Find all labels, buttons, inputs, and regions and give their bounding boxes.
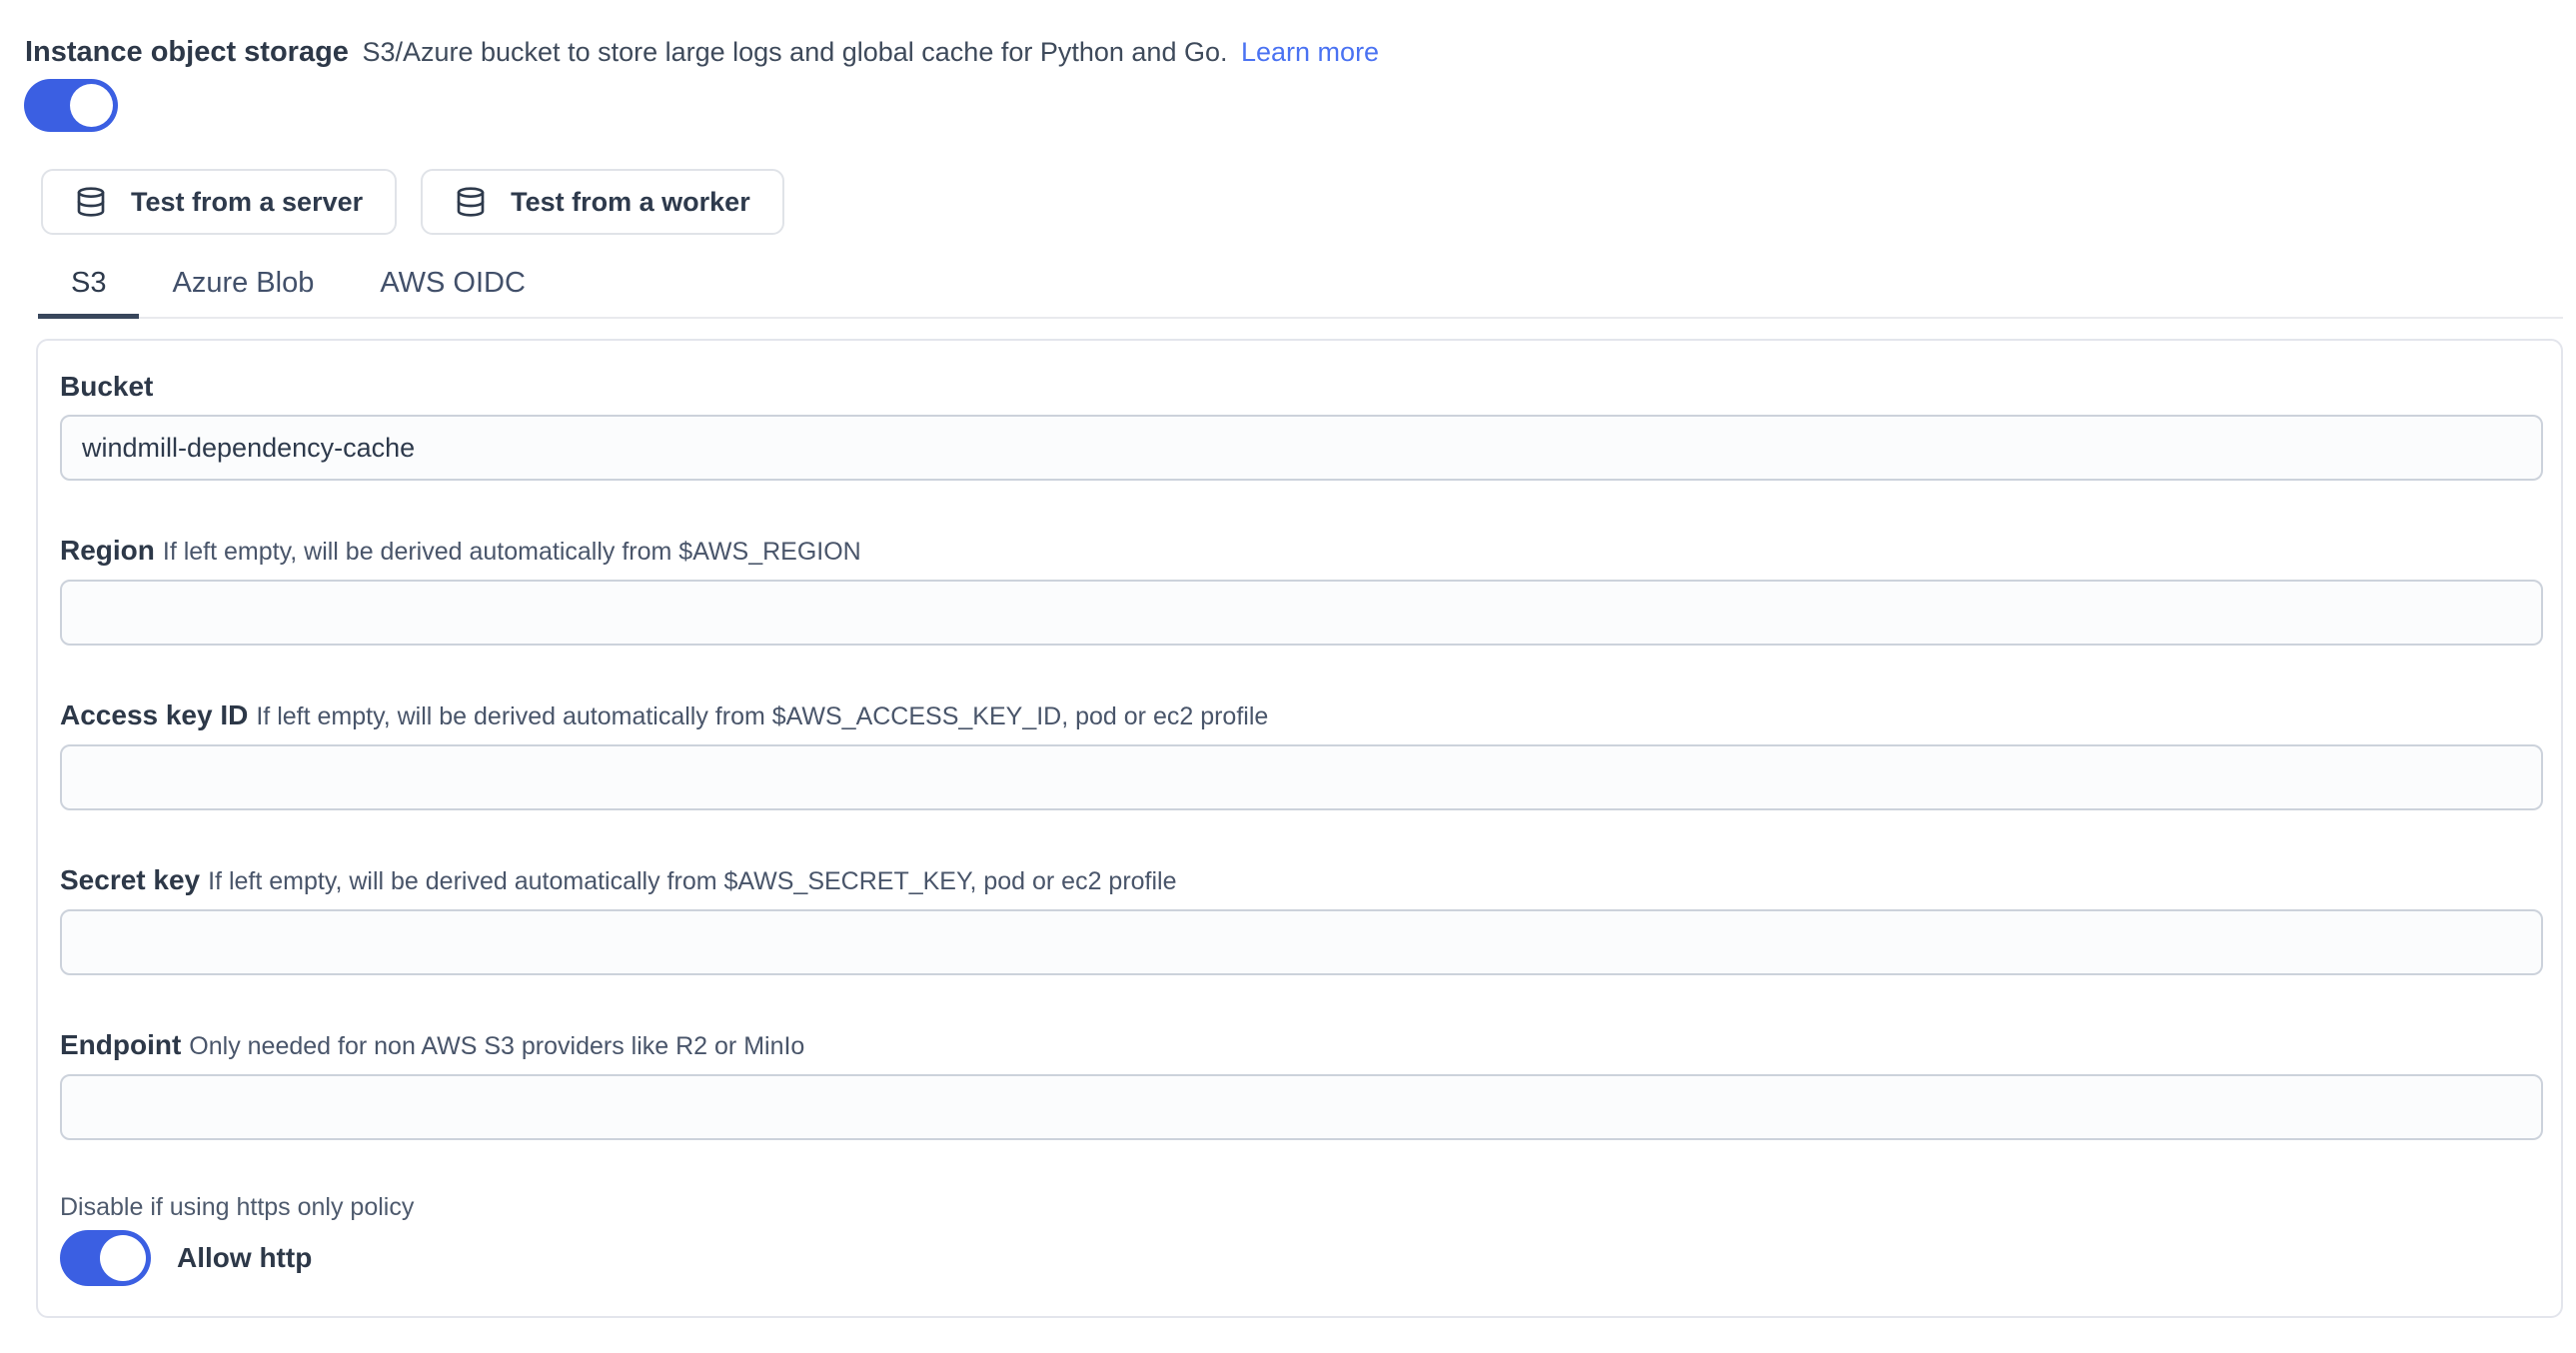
- region-hint: If left empty, will be derived automatic…: [163, 538, 861, 566]
- storage-provider-tabs: S3 Azure Blob AWS OIDC: [38, 257, 2563, 319]
- test-from-worker-button[interactable]: Test from a worker: [421, 169, 784, 235]
- bucket-label-text: Bucket: [60, 371, 153, 402]
- region-input[interactable]: [60, 580, 2543, 646]
- secret-key-field: Secret key If left empty, will be derived…: [60, 864, 2543, 975]
- object-storage-toggle[interactable]: [24, 79, 118, 132]
- tab-s3[interactable]: S3: [38, 257, 139, 319]
- region-field: Region If left empty, will be derived aut…: [60, 535, 2543, 646]
- test-buttons-row: Test from a server Test from a worker: [41, 169, 2563, 235]
- allow-http-label: Allow http: [177, 1242, 312, 1274]
- bucket-label: Bucket: [60, 371, 2543, 403]
- region-label: Region If left empty, will be derived aut…: [60, 535, 2543, 568]
- test-from-worker-label: Test from a worker: [511, 187, 750, 218]
- secret-key-hint: If left empty, will be derived automatic…: [208, 867, 1176, 895]
- s3-settings-card: Bucket Region If left empty, will be deri…: [36, 339, 2563, 1318]
- secret-key-label: Secret key If left empty, will be derived…: [60, 864, 2543, 897]
- toggle-knob: [100, 1235, 146, 1281]
- access-key-id-field: Access key ID If left empty, will be deri…: [60, 699, 2543, 810]
- access-key-id-label-text: Access key ID: [60, 699, 248, 730]
- access-key-id-label: Access key ID If left empty, will be deri…: [60, 699, 2543, 732]
- secret-key-label-text: Secret key: [60, 864, 200, 895]
- toggle-knob: [70, 84, 113, 127]
- access-key-id-hint: If left empty, will be derived automatic…: [256, 702, 1268, 730]
- endpoint-field: Endpoint Only needed for non AWS S3 provi…: [60, 1029, 2543, 1140]
- endpoint-label: Endpoint Only needed for non AWS S3 provi…: [60, 1029, 2543, 1062]
- allow-http-toggle[interactable]: [60, 1230, 151, 1286]
- bucket-field: Bucket: [60, 371, 2543, 481]
- endpoint-label-text: Endpoint: [60, 1029, 181, 1060]
- allow-http-row: Allow http: [60, 1230, 2543, 1286]
- region-label-text: Region: [60, 535, 155, 566]
- database-icon: [455, 186, 487, 218]
- tab-azure-blob[interactable]: Azure Blob: [139, 257, 347, 319]
- database-icon: [75, 186, 107, 218]
- tab-aws-oidc[interactable]: AWS OIDC: [347, 257, 559, 319]
- page-description: S3/Azure bucket to store large logs and …: [362, 37, 1227, 67]
- instance-settings-page: Instance object storage S3/Azure bucket …: [0, 0, 2576, 1318]
- test-from-server-button[interactable]: Test from a server: [41, 169, 397, 235]
- secret-key-input[interactable]: [60, 909, 2543, 975]
- section-header: Instance object storage S3/Azure bucket …: [25, 30, 2563, 74]
- learn-more-link[interactable]: Learn more: [1241, 37, 1379, 67]
- test-from-server-label: Test from a server: [131, 187, 363, 218]
- endpoint-input[interactable]: [60, 1074, 2543, 1140]
- access-key-id-input[interactable]: [60, 744, 2543, 810]
- allow-http-note: Disable if using https only policy: [60, 1192, 2543, 1222]
- bucket-input[interactable]: [60, 415, 2543, 481]
- page-title: Instance object storage: [25, 36, 349, 68]
- endpoint-hint: Only needed for non AWS S3 providers lik…: [189, 1032, 804, 1060]
